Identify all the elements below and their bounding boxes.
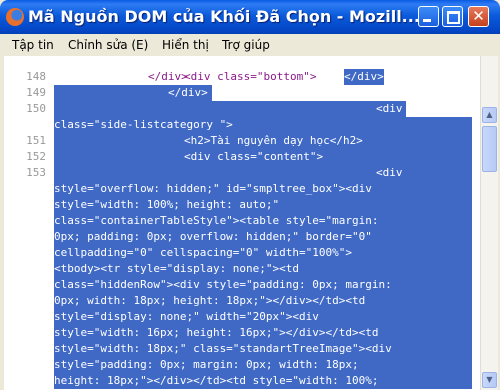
- close-button[interactable]: ✕: [468, 6, 489, 27]
- selected-source-text: 0px; padding: 0px; overflow: hidden;" bo…: [54, 229, 372, 245]
- source-line: style="width: 16px; height: 16px;"></div…: [4, 325, 480, 341]
- minimize-icon: [423, 19, 431, 22]
- line-number: 148: [26, 70, 46, 83]
- selected-source-text: style="width: 16px; height: 16px;"></div…: [54, 325, 379, 341]
- selected-source-text: <tbody><tr style="display: none;"><td: [54, 261, 300, 277]
- source-line: style="overflow: hidden;" id="smpltree_b…: [4, 181, 480, 197]
- source-line: style="width: 100%; height: auto;": [4, 197, 480, 213]
- line-number: 151: [26, 134, 46, 147]
- selected-source-text: </div>: [344, 69, 384, 85]
- selected-source-text: </div>: [168, 85, 208, 101]
- line-number: 153: [26, 166, 46, 179]
- source-line: cellpadding="0" cellspacing="0" width="1…: [4, 245, 480, 261]
- window-title: Mã Nguồn DOM của Khối Đã Chọn - Mozill..…: [28, 7, 420, 26]
- source-line: 0px; width: 18px; height: 18px;"></div><…: [4, 293, 480, 309]
- selection-highlight: [54, 101, 406, 117]
- selected-source-text: height: 18px;"></div></td><td style="wid…: [54, 373, 379, 389]
- selected-source-text: style="width: 18px;" class="standartTree…: [54, 341, 392, 357]
- source-line: </div>: [4, 56, 480, 83]
- source-line: class="containerTableStyle"><table style…: [4, 213, 480, 229]
- line-number: 150: [26, 102, 46, 115]
- selected-source-text: <div class="content">: [184, 149, 324, 165]
- menu-file[interactable]: Tập tin: [12, 38, 54, 52]
- selected-source-text: <h2>Tài nguyên dạy học</h2>: [184, 133, 363, 149]
- line-number: 152: [26, 150, 46, 163]
- scroll-up-button[interactable]: ▲: [482, 107, 497, 123]
- minimize-button[interactable]: [418, 6, 439, 27]
- selected-source-text: <div: [376, 101, 403, 117]
- source-line: <tbody><tr style="display: none;"><td: [4, 261, 480, 277]
- source-line: height: 18px;"></div></td><td style="wid…: [4, 373, 480, 389]
- source-line: 149 </div>: [4, 85, 480, 101]
- source-line: 148 <div class="bottom"> </div>: [4, 69, 480, 85]
- firefox-icon: [6, 8, 24, 26]
- menu-help[interactable]: Trợ giúp: [222, 38, 270, 52]
- selected-source-text: style="display: none;" width="20px"><div: [54, 309, 319, 325]
- scroll-thumb[interactable]: [482, 126, 497, 172]
- source-line: 0px; padding: 0px; overflow: hidden;" bo…: [4, 229, 480, 245]
- selected-source-text: class="hiddenRow"><div style="padding: 0…: [54, 277, 392, 293]
- source-line: 150 <div: [4, 101, 480, 117]
- maximize-icon: [447, 11, 460, 24]
- source-view[interactable]: </div> 148 <div class="bottom"> </div> 149 <…: [4, 56, 480, 390]
- source-line: class="hiddenRow"><div style="padding: 0…: [4, 277, 480, 293]
- menu-edit[interactable]: Chỉnh sửa (E): [68, 38, 148, 52]
- source-line: class="side-listcategory ">: [4, 117, 480, 133]
- selected-source-text: class="side-listcategory ">: [54, 117, 233, 133]
- menu-view[interactable]: Hiển thị: [162, 38, 209, 52]
- selected-source-text: class="containerTableStyle"><table style…: [54, 213, 379, 229]
- selected-source-text: style="padding: 0px; margin: 0px; width:…: [54, 357, 359, 373]
- source-line: style="display: none;" width="20px"><div: [4, 309, 480, 325]
- selected-source-text: style="overflow: hidden;" id="smpltree_b…: [54, 181, 372, 197]
- line-number: 149: [26, 86, 46, 99]
- source-line: style="padding: 0px; margin: 0px; width:…: [4, 357, 480, 373]
- source-text: <div class="bottom">: [184, 70, 317, 83]
- selection-highlight: [54, 165, 472, 181]
- title-bar[interactable]: Mã Nguồn DOM của Khối Đã Chọn - Mozill..…: [0, 0, 500, 34]
- menu-bar: Tập tin Chỉnh sửa (E) Hiển thị Trợ giúp: [0, 34, 500, 57]
- scroll-down-button[interactable]: ▼: [482, 372, 497, 388]
- close-icon: ✕: [472, 7, 485, 25]
- source-line: 152 <div class="content">: [4, 149, 480, 165]
- selected-source-text: style="width: 100%; height: auto;": [54, 197, 280, 213]
- selected-source-text: <div: [376, 165, 403, 181]
- vertical-scrollbar[interactable]: ▲ ▼: [480, 56, 498, 390]
- source-line: 153 <div: [4, 165, 480, 181]
- selected-source-text: 0px; width: 18px; height: 18px;"></div><…: [54, 293, 366, 309]
- source-line: 151 <h2>Tài nguyên dạy học</h2>: [4, 133, 480, 149]
- maximize-button[interactable]: [442, 6, 463, 27]
- source-line: style="width: 18px;" class="standartTree…: [4, 341, 480, 357]
- selected-source-text: cellpadding="0" cellspacing="0" width="1…: [54, 245, 353, 261]
